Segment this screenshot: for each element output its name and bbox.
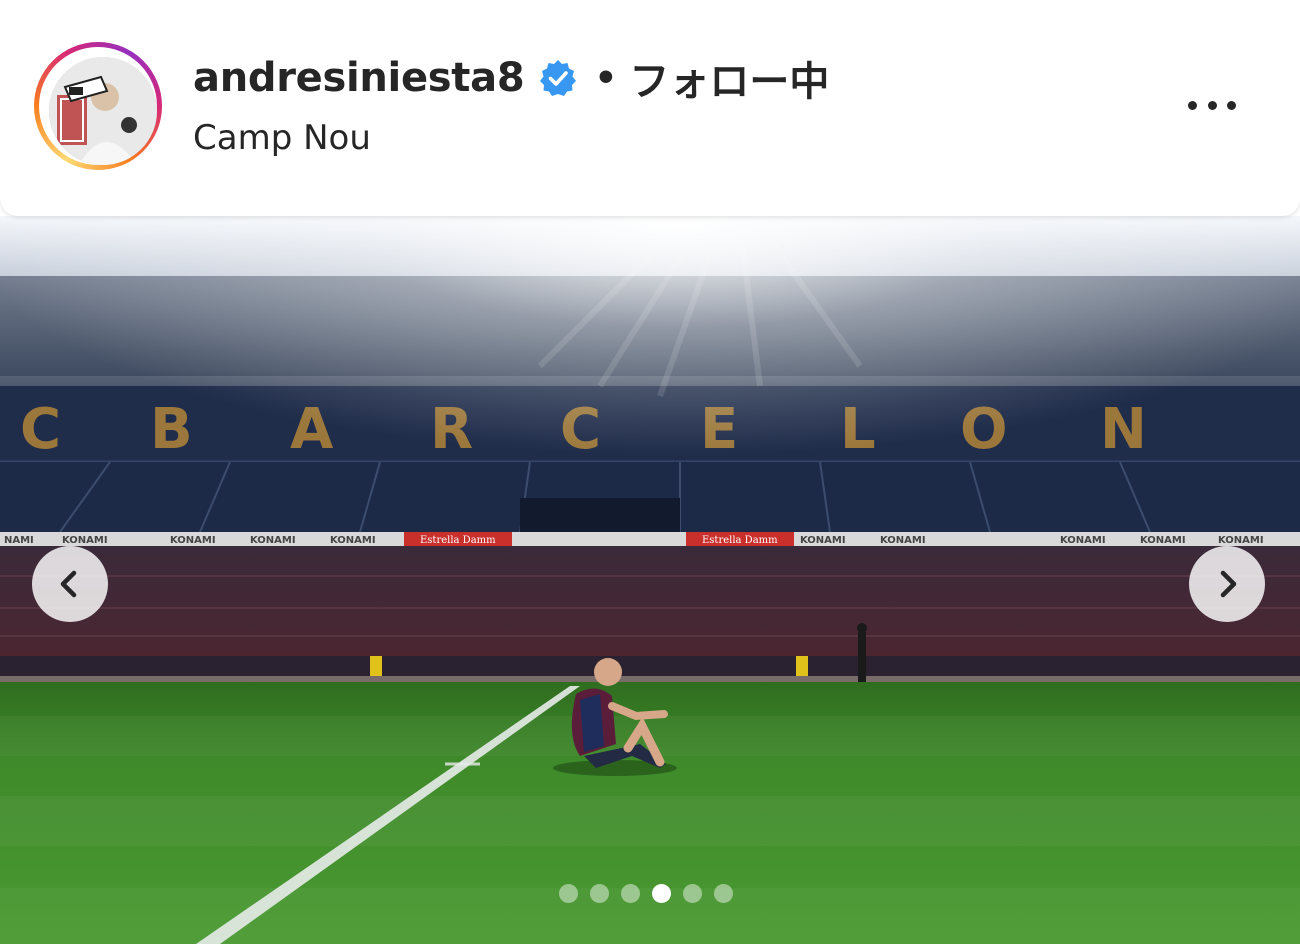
carousel-dot[interactable] [590,883,609,903]
username-link[interactable]: andresiniesta8 [193,55,525,101]
avatar[interactable] [49,57,157,165]
following-button[interactable]: フォロー中 [629,49,829,107]
carousel-prev-button[interactable] [32,546,108,622]
carousel-dot-active[interactable] [652,883,671,903]
chevron-right-icon [1220,570,1237,598]
separator-dot: • [594,57,618,99]
stadium-photo: C B A R C E L O N NA [0,216,1300,944]
carousel-dot[interactable] [559,883,578,903]
location-link[interactable]: Camp Nou [193,118,371,158]
carousel-dot[interactable] [621,883,640,903]
more-options-icon[interactable] [1180,86,1244,124]
carousel-dot[interactable] [714,883,733,903]
carousel-indicator [559,882,733,904]
story-ring[interactable] [34,42,162,170]
post-header: andresiniesta8 • フォロー中 Camp Nou [0,0,1300,216]
username-row: andresiniesta8 • フォロー中 [193,49,829,107]
avatar-image [49,57,157,165]
post-photo[interactable]: C B A R C E L O N NA [0,216,1300,944]
verified-badge-icon [540,60,577,96]
carousel-next-button[interactable] [1189,546,1265,622]
chevron-left-icon [60,570,77,598]
carousel-dot[interactable] [683,883,702,903]
